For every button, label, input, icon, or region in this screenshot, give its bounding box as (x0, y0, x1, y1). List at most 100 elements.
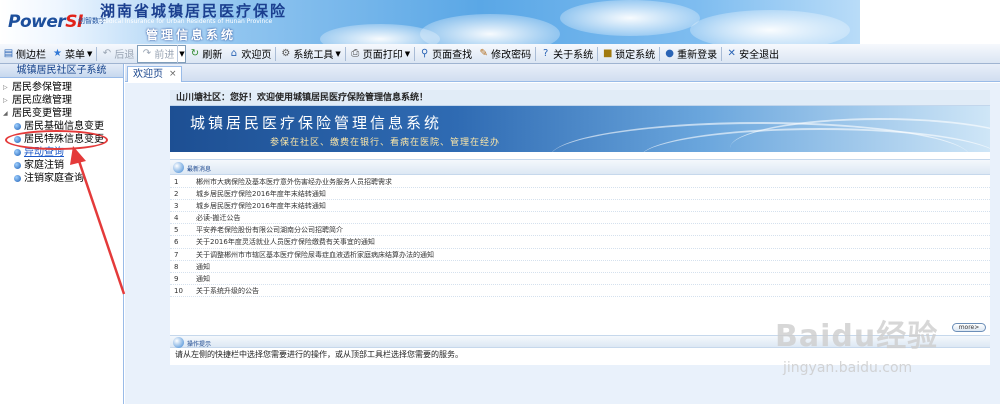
sidebar-item-cancelled-family-query[interactable]: 注销家庭查询 (0, 172, 123, 185)
sidebar-icon: ▤ (3, 48, 14, 59)
list-item[interactable]: 4 必读-搬迁公告 (170, 212, 990, 225)
sidebar-group-label: 居民参保管理 (12, 82, 72, 93)
greeting-text: 山川塘社区：您好！欢迎使用城镇居民医疗保险管理信息系统！ (170, 90, 990, 106)
welcome-page-label: 欢迎页 (241, 50, 272, 61)
menu-label: 菜单 (65, 50, 85, 61)
sidebar-item-family-cancel[interactable]: 家庭注销 (0, 159, 123, 172)
star-icon: ★ (53, 48, 62, 59)
tab-label: 欢迎页 (133, 69, 163, 80)
news-title-link[interactable]: 平安养老保险股份有限公司湖南分公司招聘简介 (196, 224, 343, 236)
chevron-down-icon[interactable]: ▼ (177, 44, 185, 63)
gear-icon: ⚙ (281, 48, 291, 59)
news-title-link[interactable]: 必读-搬迁公告 (196, 212, 241, 224)
system-tools-button[interactable]: ⚙ 系统工具 ▼ (277, 45, 343, 63)
news-number: 8 (174, 262, 179, 271)
pencil-icon: ✎ (479, 48, 488, 59)
chevron-down-icon: ▼ (404, 49, 411, 58)
tips-icon (173, 337, 184, 348)
forward-button[interactable]: ↷ 前进 (138, 45, 177, 63)
ops-header-label: 操作提示 (187, 341, 212, 348)
list-item[interactable]: 8 通知 (170, 261, 990, 273)
close-icon[interactable]: × (169, 67, 177, 82)
relogin-label: 重新登录 (677, 50, 718, 61)
page-find-button[interactable]: ⚲ 页面查找 (416, 45, 475, 63)
news-number: 6 (174, 238, 179, 247)
hero-banner: 城镇居民医疗保险管理信息系统 参保在社区、缴费在银行、看病在医院、管理在经办 (170, 106, 990, 152)
news-number: 9 (174, 274, 179, 283)
system-subtitle: 管理信息系统 (146, 28, 237, 42)
about-button[interactable]: ? 关于系统 (537, 45, 596, 63)
news-title-link[interactable]: 城乡居民医疗保险2016年度年末结转通知 (196, 200, 326, 212)
list-item[interactable]: 2 城乡居民医疗保险2016年度年末结转通知 (170, 188, 990, 201)
news-title-link[interactable]: 通知 (196, 273, 210, 285)
hero-title: 城镇居民医疗保险管理信息系统 (190, 114, 443, 132)
print-icon: ⎙ (351, 48, 360, 59)
refresh-label: 刷新 (202, 50, 223, 61)
refresh-button[interactable]: ↻ 刷新 (186, 45, 225, 63)
list-item[interactable]: 9 通知 (170, 273, 990, 285)
news-number: 2 (174, 190, 179, 199)
list-item[interactable]: 1 郴州市大病保险及基本医疗意外伤害经办业务服务人员招聘需求 (170, 176, 990, 189)
safe-exit-button[interactable]: ✕ 安全退出 (723, 45, 782, 63)
welcome-page-button[interactable]: ⌂ 欢迎页 (225, 45, 274, 63)
sidebar-group-payment[interactable]: ▷ 居民应缴管理 (0, 94, 123, 107)
about-label: 关于系统 (553, 50, 594, 61)
app-header: PowerSI 创智数字 湖南省城镇居民医疗保险 Medical Insuran… (0, 0, 1000, 54)
lock-system-button[interactable]: ■ 锁定系统 (599, 45, 658, 63)
relogin-button[interactable]: ● 重新登录 (661, 45, 720, 63)
page-print-button[interactable]: ⎙ 页面打印 ▼ (347, 45, 413, 63)
sidebar-item-label: 注销家庭查询 (24, 173, 84, 184)
caret-right-icon: ▷ (3, 84, 8, 91)
sidebar-toggle-label: 侧边栏 (16, 50, 46, 61)
toolbar-divider (721, 46, 723, 61)
toolbar-divider (344, 46, 346, 61)
caret-down-icon: ◢ (3, 110, 8, 117)
list-item[interactable]: 5 平安养老保险股份有限公司湖南分公司招聘简介 (170, 224, 990, 237)
news-number: 1 (174, 178, 179, 186)
sidebar-toggle-button[interactable]: ▤ 侧边栏 (0, 45, 49, 63)
list-item[interactable]: 10 关于系统升级的公告 (170, 285, 990, 297)
sidebar: 城镇居民社区子系统 ▷ 居民参保管理 ▷ 居民应缴管理 ◢ 居民变更管理 居民基… (0, 64, 124, 404)
safe-exit-label: 安全退出 (739, 50, 780, 61)
back-label: 后退 (114, 50, 135, 61)
news-number: 7 (174, 250, 179, 259)
sidebar-group-label: 居民变更管理 (12, 108, 72, 119)
news-title-link[interactable]: 城乡居民医疗保险2016年度年末结转通知 (196, 188, 326, 200)
list-item[interactable]: 6 关于2016年度灵活就业人员医疗保险缴费有关事宜的通知 (170, 236, 990, 249)
news-header-label: 最新消息 (187, 166, 212, 173)
news-title-link[interactable]: 关于系统升级的公告 (196, 285, 259, 297)
baidu-jingyan-watermark: Baidu经验 jingyan.baidu.com (765, 305, 995, 400)
lock-icon: ■ (602, 48, 613, 59)
refresh-icon: ↻ (190, 48, 200, 59)
news-number: 5 (174, 226, 179, 235)
chevron-down-icon: ▼ (335, 49, 341, 58)
list-item[interactable]: 7 关于调整郴州市市辖区基本医疗保险尿毒症血液透析家庭病床结算办法的通知 (170, 249, 990, 261)
sidebar-group-change[interactable]: ◢ 居民变更管理 (0, 107, 123, 120)
news-section-header: 最新消息 (170, 159, 990, 175)
bullet-icon (14, 175, 21, 182)
help-icon: ? (543, 48, 549, 59)
toolbar-divider (535, 46, 537, 61)
logo-main-text: Power (8, 12, 66, 32)
tab-bar: 欢迎页 × (125, 64, 1000, 82)
sidebar-group-enrollment[interactable]: ▷ 居民参保管理 (0, 81, 123, 94)
change-password-button[interactable]: ✎ 修改密码 (475, 45, 534, 63)
news-title-link[interactable]: 关于2016年度灵活就业人员医疗保险缴费有关事宜的通知 (196, 236, 375, 248)
news-title-link[interactable]: 通知 (196, 261, 210, 273)
news-list: 1 郴州市大病保险及基本医疗意外伤害经办业务服务人员招聘需求 2 城乡居民医疗保… (170, 176, 990, 297)
back-button[interactable]: ↶ 后退 (98, 45, 137, 63)
forward-split-button[interactable]: ↷ 前进 ▼ (137, 44, 187, 63)
news-title-link[interactable]: 关于调整郴州市市辖区基本医疗保险尿毒症血液透析家庭病床结算办法的通知 (196, 249, 434, 261)
toolbar-divider (275, 46, 277, 61)
tab-welcome[interactable]: 欢迎页 × (127, 66, 182, 82)
news-title-link[interactable]: 郴州市大病保险及基本医疗意外伤害经办业务服务人员招聘需求 (196, 176, 392, 188)
news-number: 3 (174, 202, 179, 211)
hero-subtitle: 参保在社区、缴费在银行、看病在医院、管理在经办 (270, 138, 501, 148)
toolbar-divider (414, 46, 416, 61)
menu-button[interactable]: ★ 菜单 ▼ (49, 45, 95, 63)
bullet-icon (14, 149, 21, 156)
main-toolbar: ▤ 侧边栏 ★ 菜单 ▼ ↶ 后退 ↷ 前进 ▼ ↻ 刷新 ⌂ 欢迎页 ⚙ 系统… (0, 44, 1000, 64)
sidebar-title: 城镇居民社区子系统 (0, 64, 123, 78)
list-item[interactable]: 3 城乡居民医疗保险2016年度年末结转通知 (170, 200, 990, 213)
home-icon: ⌂ (230, 48, 238, 59)
